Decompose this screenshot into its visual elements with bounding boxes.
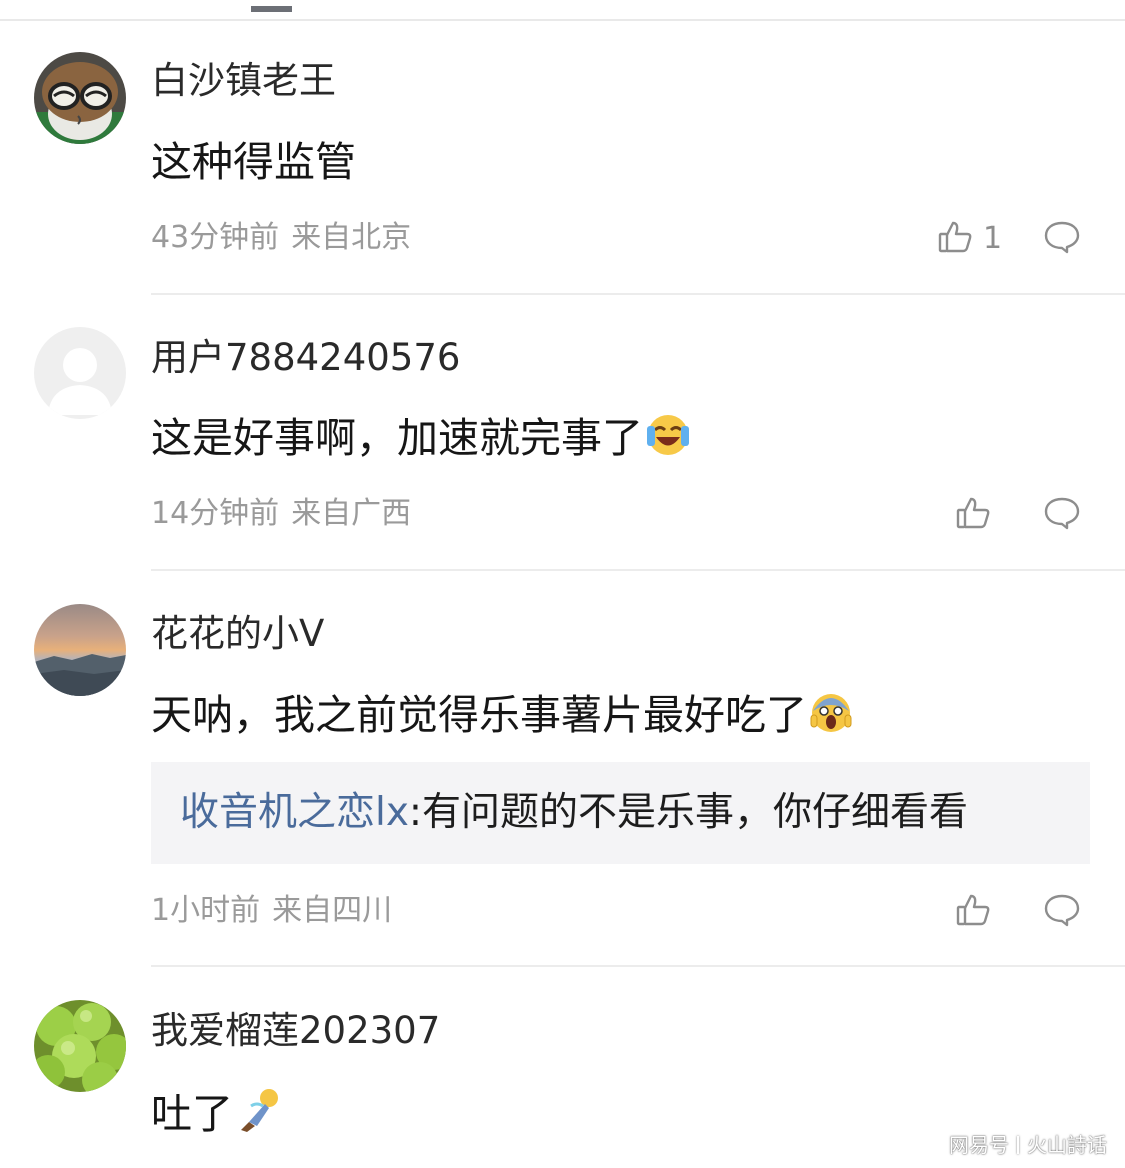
watermark-author: 火山詩话: [1027, 1133, 1107, 1157]
avatar[interactable]: [34, 327, 126, 419]
username[interactable]: 白沙镇老王: [151, 59, 336, 103]
comment-time: 1小时前: [151, 893, 261, 928]
comment-meta: 43分钟前 来自北京: [151, 219, 411, 257]
watermark: 网易号 火山詩话: [949, 1129, 1107, 1158]
laughing-tears-emoji: [645, 412, 691, 470]
comment-bubble-icon: [1044, 221, 1080, 254]
thumbs-up-icon: [937, 219, 973, 259]
top-divider: [0, 19, 1125, 21]
reply-preview[interactable]: 收音机之恋lx:有问题的不是乐事，你仔细看看: [151, 762, 1090, 864]
comment-text: 天呐，我之前觉得乐事薯片最好吃了: [151, 689, 853, 747]
comment-bubble-icon: [1044, 894, 1080, 927]
tab-indicator: [251, 6, 292, 12]
username[interactable]: 花花的小V: [151, 612, 324, 656]
reply-username[interactable]: 收音机之恋lx: [180, 790, 409, 835]
comment-text: 这是好事啊，加速就完事了: [151, 412, 691, 470]
vomiting-figure-emoji: [235, 1086, 283, 1146]
avatar[interactable]: [34, 604, 126, 696]
comment-bubble-icon: [1044, 497, 1080, 530]
comment-time: 14分钟前: [151, 496, 280, 531]
divider: [151, 569, 1125, 571]
comment-time: 43分钟前: [151, 220, 280, 255]
avatar[interactable]: [34, 52, 126, 144]
thumbs-up-icon: [955, 892, 991, 932]
comment-text: 吐了: [151, 1086, 283, 1146]
reply-button[interactable]: [1043, 219, 1081, 259]
comment-text-body: 这是好事啊，加速就完事了: [151, 414, 643, 462]
like-button[interactable]: [955, 495, 991, 535]
comment-text-body: 吐了: [151, 1090, 233, 1138]
reply-button[interactable]: [1043, 495, 1081, 535]
thumbs-up-icon: [955, 495, 991, 535]
comment-text-body: 天呐，我之前觉得乐事薯片最好吃了: [151, 691, 807, 739]
like-button[interactable]: 1: [937, 219, 1002, 259]
reply-text: 收音机之恋lx:有问题的不是乐事，你仔细看看: [180, 788, 968, 838]
divider: [151, 965, 1125, 967]
like-count: 1: [983, 221, 1003, 256]
watermark-source: 网易号: [949, 1133, 1009, 1157]
comment-location: 来自北京: [291, 220, 412, 255]
divider: [151, 293, 1125, 295]
comment-meta: 1小时前 来自四川: [151, 892, 392, 930]
screaming-face-emoji: [809, 691, 853, 747]
username[interactable]: 用户7884240576: [151, 336, 460, 380]
comment-location: 来自广西: [291, 496, 412, 531]
comment-meta: 14分钟前 来自广西: [151, 495, 411, 533]
username[interactable]: 我爱榴莲202307: [151, 1009, 440, 1053]
like-button[interactable]: [955, 892, 991, 932]
reply-body: :有问题的不是乐事，你仔细看看: [408, 790, 969, 835]
comment-text: 这种得监管: [151, 138, 356, 186]
comment-location: 来自四川: [272, 893, 393, 928]
watermark-separator: [1017, 1136, 1019, 1154]
avatar[interactable]: [34, 1000, 126, 1092]
reply-button[interactable]: [1043, 892, 1081, 932]
